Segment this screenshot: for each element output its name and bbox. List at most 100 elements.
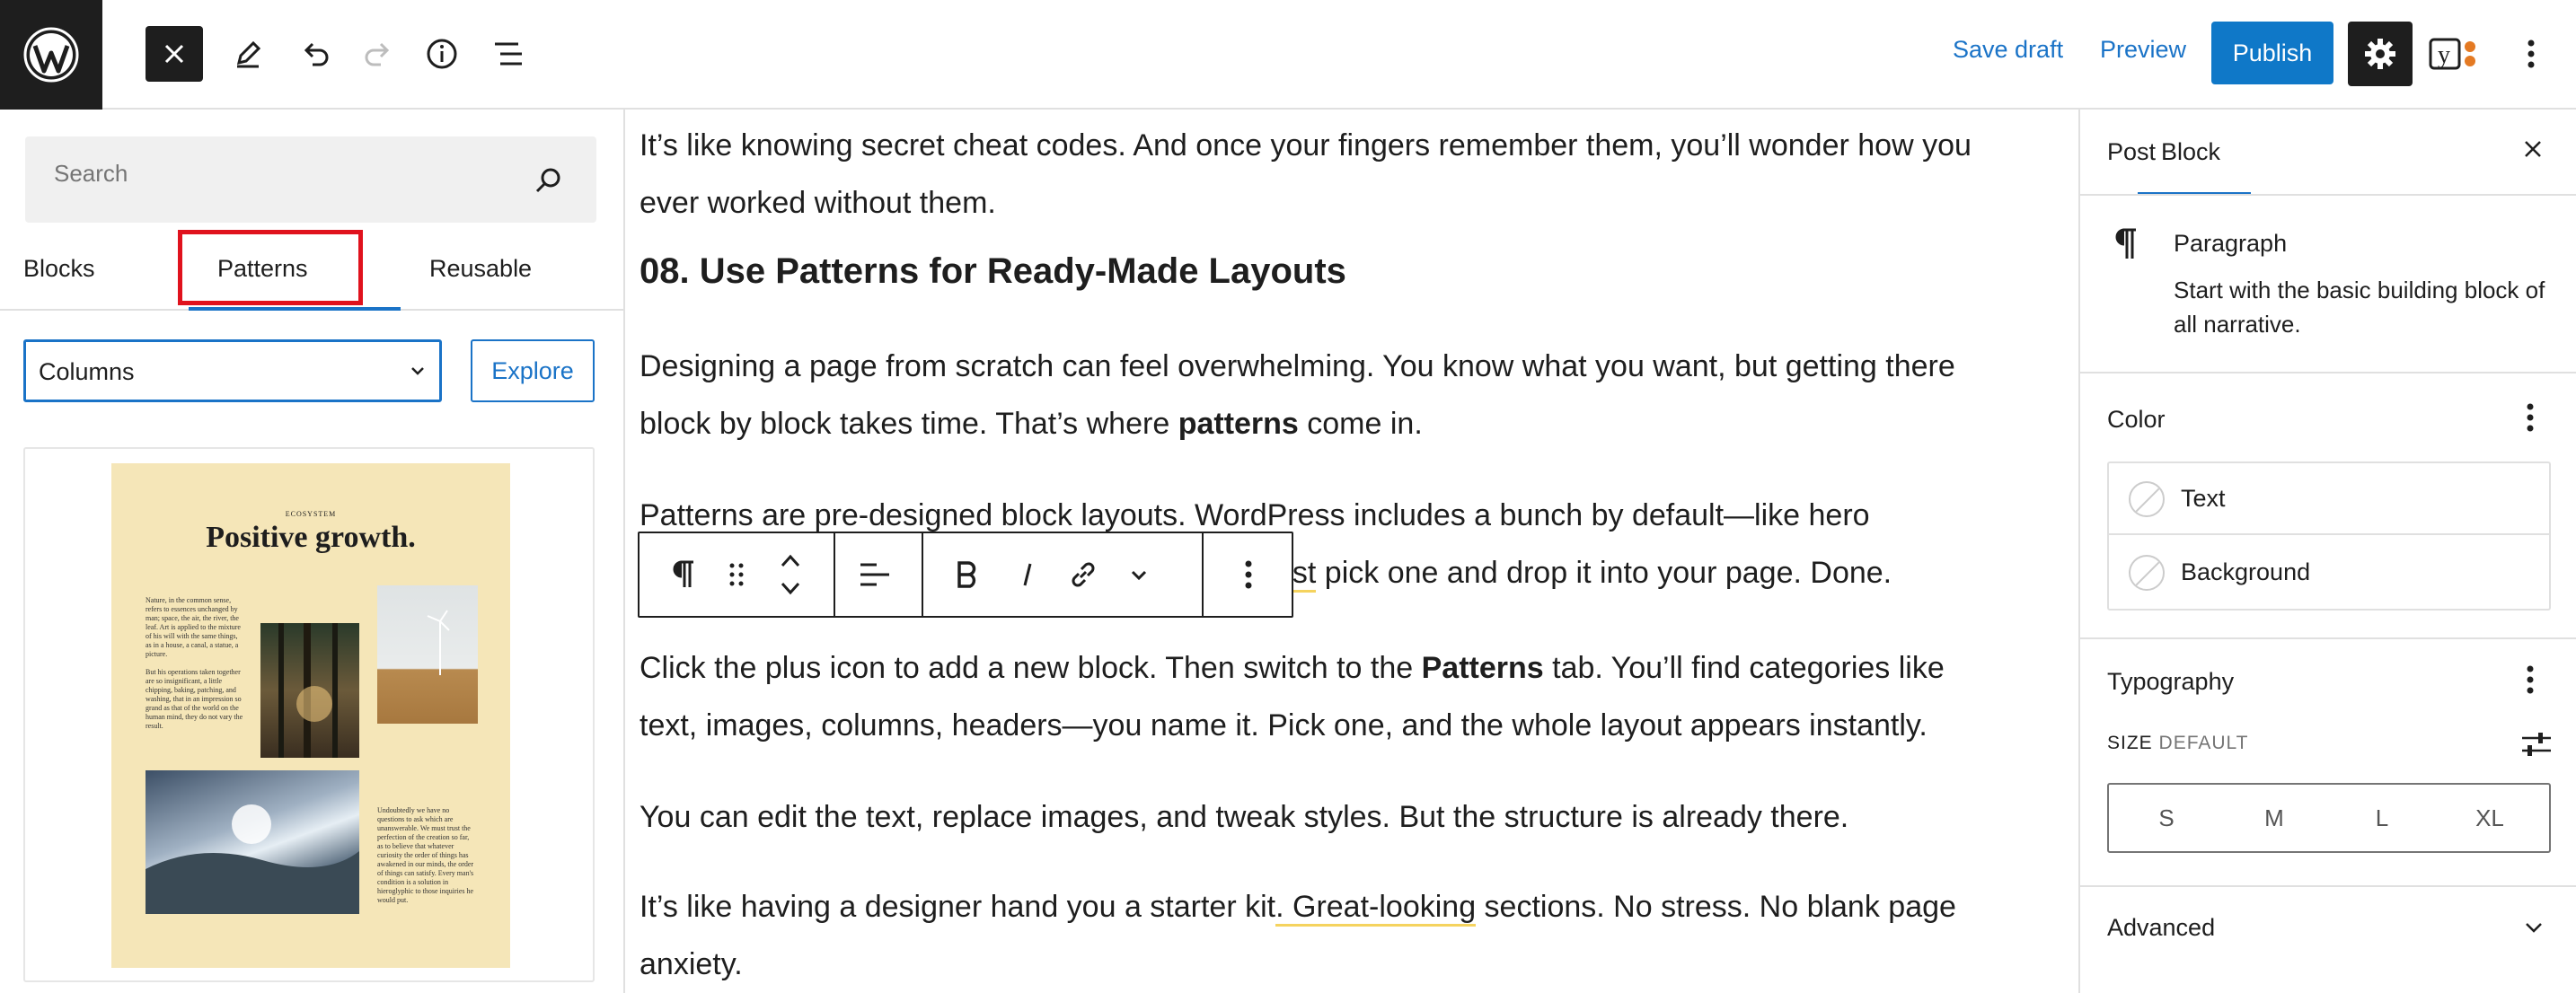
color-panel-title[interactable]: Color <box>2107 406 2166 434</box>
divider <box>2080 885 2576 887</box>
wordpress-logo[interactable] <box>0 0 102 110</box>
advanced-toggle[interactable] <box>2522 916 2545 944</box>
align-button[interactable] <box>857 557 893 593</box>
paragraph-line: block by block takes time. That’s where … <box>640 395 1955 453</box>
paragraph-line: ever worked without them. <box>640 186 996 220</box>
tab-block[interactable]: Block <box>2161 138 2220 166</box>
paragraph-line: Designing a page from scratch can feel o… <box>640 349 1955 383</box>
size-option-xl[interactable]: XL <box>2463 804 2517 832</box>
settings-sidebar: Post Block Paragraph Start with the basi… <box>2078 110 2576 993</box>
block-card-title: Paragraph <box>2174 230 2288 257</box>
text-run: pick one and drop it into your page. Don… <box>1316 556 1892 590</box>
list-view-icon <box>495 42 522 66</box>
paragraph-block[interactable]: Click the plus icon to add a new block. … <box>640 639 1945 754</box>
font-size-label: SIZE DEFAULT <box>2107 733 2249 754</box>
search-box[interactable]: Search <box>25 136 596 223</box>
chevron-down-icon <box>2526 923 2542 933</box>
options-button[interactable] <box>2513 29 2549 79</box>
paragraph-icon <box>2115 228 2136 259</box>
search-icon <box>535 168 560 193</box>
undo-icon <box>304 42 329 66</box>
size-default-text: DEFAULT <box>2158 733 2249 753</box>
close-inserter-button[interactable] <box>146 26 203 82</box>
settings-button[interactable] <box>2348 22 2413 86</box>
pattern-card[interactable]: ECOSYSTEM Positive growth. Nature, in th… <box>23 447 595 982</box>
more-formatting-button[interactable] <box>1121 557 1157 593</box>
pattern-category-value: Columns <box>39 358 135 385</box>
link-text[interactable]: . Great-looking <box>1275 890 1477 927</box>
bold-text: patterns <box>1178 407 1299 441</box>
yoast-button[interactable]: y <box>2427 27 2484 81</box>
text-color-label: Text <box>2181 485 2226 512</box>
more-vertical-icon <box>2527 665 2534 694</box>
color-options-button[interactable] <box>2526 402 2535 437</box>
coast-image <box>146 770 359 914</box>
advanced-panel-title[interactable]: Advanced <box>2107 914 2215 942</box>
move-up-down-buttons[interactable] <box>772 546 808 603</box>
size-option-l[interactable]: L <box>2355 804 2409 832</box>
divider <box>2080 194 2576 196</box>
tab-reusable[interactable]: Reusable <box>429 255 532 283</box>
color-settings-list: Text Background <box>2107 461 2551 611</box>
pattern-text-1: Nature, in the common sense, refers to e… <box>146 596 241 658</box>
preview-button[interactable]: Preview <box>2100 36 2186 64</box>
svg-text:y: y <box>2438 41 2450 69</box>
more-vertical-icon <box>2527 40 2535 68</box>
close-settings-button[interactable] <box>2520 136 2545 166</box>
editor-canvas[interactable]: It’s like knowing secret cheat codes. An… <box>625 110 2078 993</box>
heading-block[interactable]: 08. Use Patterns for Ready-Made Layouts <box>640 251 1346 292</box>
link-icon <box>1072 562 1095 587</box>
size-label-text: SIZE <box>2107 733 2153 753</box>
size-option-m[interactable]: M <box>2247 804 2301 832</box>
pen-icon <box>236 40 261 68</box>
block-card-description: Start with the basic building block of a… <box>2174 277 2545 338</box>
search-input[interactable]: Search <box>54 160 128 188</box>
pattern-category-select[interactable]: Columns <box>23 339 442 402</box>
active-tab-indicator <box>189 307 401 311</box>
paragraph-icon <box>673 560 693 587</box>
link-button[interactable] <box>1065 557 1101 593</box>
patterns-tab-highlight <box>178 230 363 305</box>
bold-button[interactable] <box>948 557 984 593</box>
paragraph-block[interactable]: You can edit the text, replace images, a… <box>640 788 1848 846</box>
background-color-item[interactable]: Background <box>2109 537 2549 609</box>
details-button[interactable] <box>415 27 469 81</box>
custom-size-button[interactable] <box>2519 729 2554 764</box>
more-vertical-icon <box>1245 560 1252 589</box>
drag-handle[interactable] <box>719 557 754 593</box>
chevron-down-icon <box>1131 570 1147 581</box>
paragraph-block[interactable]: It’s like having a designer hand you a s… <box>640 878 1956 993</box>
text-run: Click the plus icon to add a new block. … <box>640 651 1422 685</box>
italic-button[interactable] <box>1010 557 1045 593</box>
tools-button[interactable] <box>221 27 275 81</box>
move-up-down-icon <box>781 554 800 595</box>
list-view-button[interactable] <box>481 27 535 81</box>
typography-panel-title[interactable]: Typography <box>2107 668 2234 696</box>
tab-blocks[interactable]: Blocks <box>23 255 95 283</box>
typography-options-button[interactable] <box>2526 664 2535 699</box>
divider <box>2080 637 2576 639</box>
text-run: block by block takes time. That’s where <box>640 407 1178 441</box>
bold-text: Patterns <box>1421 651 1544 685</box>
pattern-title: Positive growth. <box>206 521 416 554</box>
save-draft-button[interactable]: Save draft <box>1953 36 2063 64</box>
forest-image <box>260 623 359 758</box>
paragraph-block[interactable]: It’s like knowing secret cheat codes. An… <box>640 117 1972 232</box>
font-size-picker: S M L XL <box>2107 783 2551 853</box>
redo-button[interactable] <box>352 27 406 81</box>
paragraph-block[interactable]: Designing a page from scratch can feel o… <box>640 338 1955 453</box>
wind-turbine-image <box>377 585 478 724</box>
tab-post[interactable]: Post <box>2107 138 2156 166</box>
block-options-button[interactable] <box>1231 557 1266 593</box>
size-option-s[interactable]: S <box>2139 804 2193 832</box>
text-run: come in. <box>1298 407 1423 441</box>
close-icon <box>164 44 184 64</box>
explore-button[interactable]: Explore <box>471 339 595 402</box>
undo-button[interactable] <box>287 27 341 81</box>
text-color-item[interactable]: Text <box>2109 463 2549 535</box>
bold-icon <box>957 561 976 588</box>
publish-button[interactable]: Publish <box>2211 22 2333 84</box>
paragraph-transform-button[interactable] <box>665 557 701 593</box>
block-toolbar <box>638 532 1293 618</box>
text-run: tab. You’ll find categories like <box>1543 651 1945 685</box>
